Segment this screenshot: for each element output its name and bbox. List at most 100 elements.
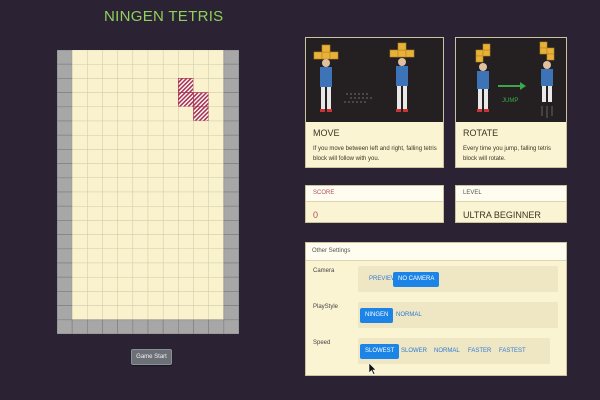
- board-cell: [193, 50, 209, 65]
- board-cell: [132, 134, 149, 150]
- board-cell: [132, 262, 149, 278]
- board-cell: [208, 276, 225, 292]
- board-cell: [87, 177, 103, 193]
- board-cell: [147, 305, 164, 321]
- wall-cell: [57, 262, 73, 278]
- person-jumping-icon: [539, 41, 555, 118]
- board-cell: [147, 248, 164, 264]
- board-cell: [208, 106, 225, 122]
- board-cell: [102, 106, 118, 122]
- board-cell: [147, 149, 164, 164]
- board-cell: [117, 205, 134, 221]
- board-cell: [87, 291, 103, 306]
- person-standing-icon: [475, 43, 491, 112]
- wall-cell: [223, 248, 239, 264]
- wall-cell: [223, 63, 239, 79]
- board-cell: [132, 92, 149, 107]
- board-cell: [147, 106, 164, 122]
- board-cell: [132, 291, 149, 306]
- speed-option-slowest[interactable]: SLOWEST: [360, 344, 400, 359]
- rotate-title: ROTATE: [463, 128, 499, 138]
- board-cell: [208, 149, 225, 164]
- board-cell: [147, 120, 164, 136]
- wall-cell: [57, 319, 73, 334]
- board-cell: [117, 291, 134, 306]
- camera-option-no-camera[interactable]: NO CAMERA: [393, 272, 440, 287]
- board-cell: [71, 305, 88, 321]
- wall-cell: [57, 305, 73, 321]
- board-cell: [117, 78, 134, 93]
- board-cell: [71, 276, 88, 292]
- speed-option-normal[interactable]: NORMAL: [429, 344, 465, 359]
- tetris-board-svg: [57, 50, 239, 334]
- board-cell: [132, 163, 149, 178]
- board-cell: [147, 134, 164, 150]
- board-cell: [102, 262, 118, 278]
- wall-cell: [223, 163, 239, 179]
- wall-cell: [57, 120, 73, 136]
- board-cell: [102, 276, 118, 292]
- board-cell: [208, 177, 225, 193]
- active-piece-cell: [193, 92, 210, 108]
- board-cell: [71, 149, 88, 164]
- board-cell: [178, 276, 194, 292]
- board-cell: [132, 78, 149, 93]
- board-cell: [208, 234, 225, 250]
- wall-cell: [57, 276, 73, 292]
- active-piece-cell: [177, 92, 194, 108]
- wall-cell: [223, 276, 239, 292]
- board-cell: [87, 120, 103, 136]
- speed-option-faster[interactable]: FASTER: [463, 344, 496, 359]
- wall-cell: [57, 78, 73, 93]
- board-cell: [117, 276, 134, 292]
- board-cell: [147, 177, 164, 193]
- board-cell: [178, 262, 194, 278]
- game-start-button[interactable]: Game Start: [131, 349, 172, 365]
- board-cell: [71, 191, 88, 207]
- board-cell: [117, 63, 134, 79]
- wall-cell: [57, 205, 73, 221]
- wall-cell: [57, 149, 73, 164]
- playstyle-option-normal[interactable]: NORMAL: [391, 308, 427, 323]
- board-cell: [87, 248, 103, 264]
- wall-cell: [57, 191, 73, 207]
- board-cell: [132, 234, 149, 250]
- board-cell: [87, 191, 103, 207]
- level-value: ULTRA BEGINNER: [463, 210, 541, 220]
- board-cell: [102, 78, 118, 93]
- level-card: LEVEL ULTRA BEGINNER: [455, 185, 567, 223]
- board-cell: [87, 305, 103, 321]
- board-cell: [162, 262, 179, 278]
- move-illustration: [306, 38, 443, 122]
- board-cell: [208, 205, 225, 221]
- wall-cell: [223, 262, 239, 278]
- playstyle-option-ningen[interactable]: NINGEN: [360, 308, 394, 323]
- board-cell: [71, 205, 88, 221]
- wall-cell: [162, 319, 179, 334]
- wall-cell: [117, 319, 134, 334]
- score-value: 0: [313, 210, 319, 220]
- board-cell: [117, 92, 134, 107]
- board-cell: [117, 134, 134, 150]
- board-cell: [208, 305, 225, 321]
- board-cell: [117, 106, 134, 122]
- board-cell: [87, 234, 103, 250]
- board-cell: [102, 163, 118, 178]
- board-cell: [102, 134, 118, 150]
- board-cell: [193, 205, 209, 221]
- speed-option-fastest[interactable]: FASTEST: [494, 344, 531, 359]
- board-cell: [71, 92, 88, 107]
- board-cell: [208, 50, 225, 65]
- playstyle-options: NINGEN NORMAL: [358, 302, 558, 328]
- board-cell: [193, 134, 209, 150]
- wall-cell: [223, 234, 239, 250]
- board-cell: [208, 291, 225, 306]
- level-label: LEVEL: [456, 186, 566, 202]
- board-cell: [178, 248, 194, 264]
- board-cell: [132, 106, 149, 122]
- board-cell: [132, 276, 149, 292]
- board-cell: [162, 291, 179, 306]
- board-cell: [102, 291, 118, 306]
- speed-option-slower[interactable]: SLOWER: [396, 344, 432, 359]
- board-cell: [193, 120, 209, 136]
